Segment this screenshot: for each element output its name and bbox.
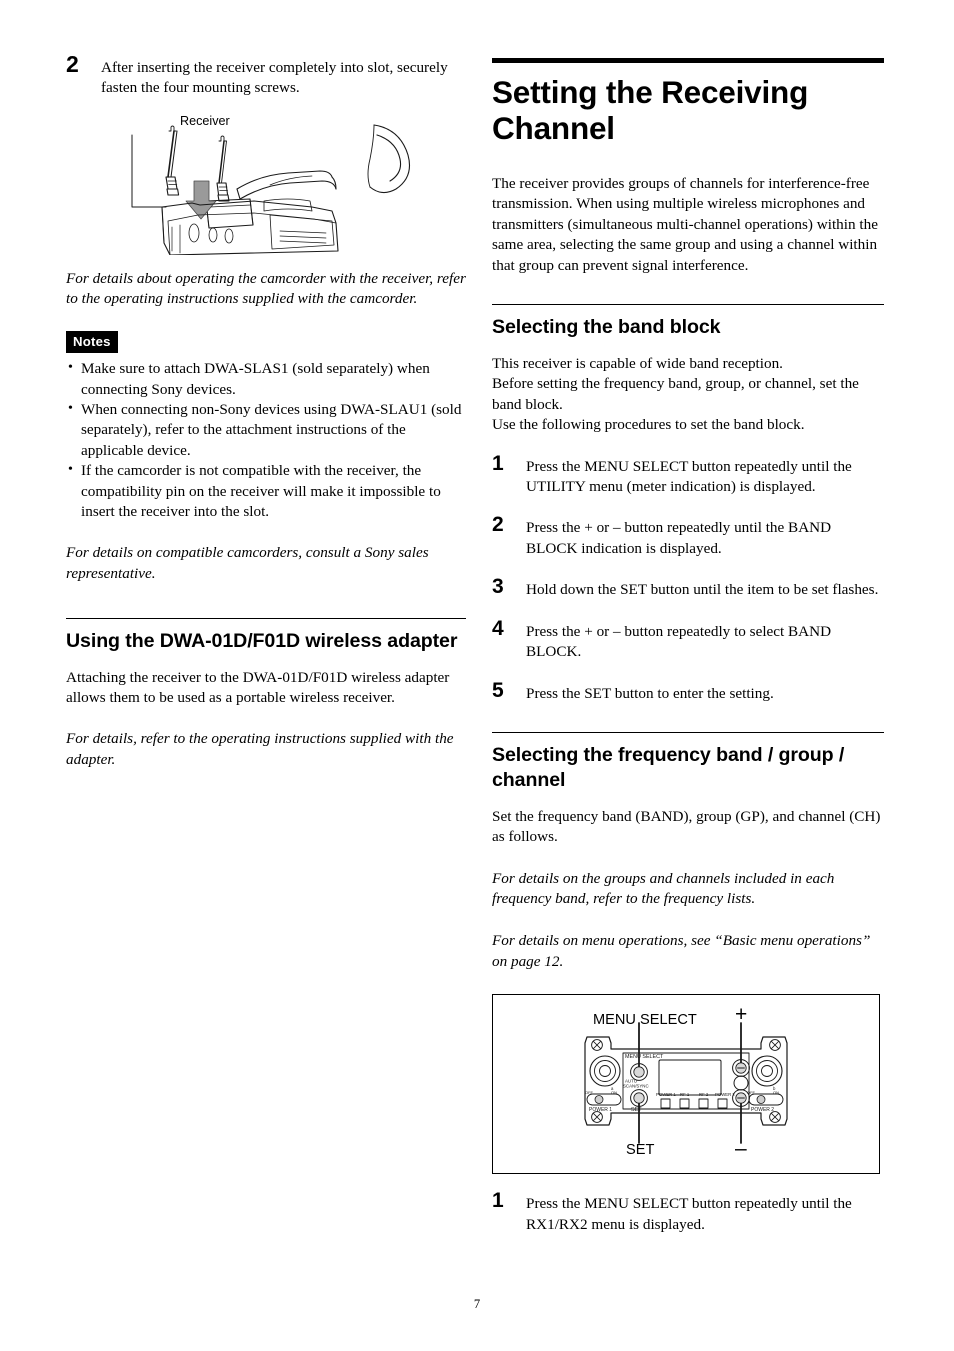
step-number: 1	[492, 1189, 504, 1213]
frequency-italic-note-1: For details on the groups and channels i…	[492, 869, 835, 908]
left-column: 2 After inserting the receiver completel…	[66, 53, 466, 771]
svg-text:ON: ON	[773, 1090, 779, 1095]
compatible-camcorders-note: For details on compatible camcorders, co…	[66, 544, 429, 583]
svg-text:SET: SET	[631, 1107, 642, 1113]
step-number: 1	[492, 451, 504, 475]
svg-text:POWER 2: POWER 2	[751, 1107, 774, 1113]
step-number: 3	[492, 575, 504, 599]
step-text: Press the + or – button repeatedly to se…	[526, 622, 832, 661]
section-divider-band-block	[492, 304, 884, 306]
step-number: 2	[66, 51, 79, 77]
step-number: 2	[492, 513, 504, 537]
svg-text:OFF: OFF	[747, 1090, 756, 1095]
step-number: 4	[492, 616, 504, 640]
step-item: 2 Press the + or – button repeatedly unt…	[492, 514, 884, 559]
figure-camcorder: Receiver	[74, 113, 464, 255]
svg-text:RF 2: RF 2	[699, 1092, 709, 1097]
notes-tag: Notes	[66, 331, 118, 354]
step-text: Press the SET button to enter the settin…	[526, 684, 774, 702]
step-item: 1 Press the MENU SELECT button repeatedl…	[492, 1190, 884, 1235]
step-item: 4 Press the + or – button repeatedly to …	[492, 618, 884, 663]
list-item: When connecting non-Sony devices using D…	[66, 399, 466, 461]
section-divider-frequency	[492, 731, 884, 733]
figure-label-receiver: Receiver	[180, 113, 230, 128]
step-text: After inserting the receiver completely …	[101, 59, 448, 97]
title-rule	[492, 58, 884, 63]
callout-menu-select: MENU SELECT	[593, 1012, 697, 1029]
page-title: Setting the Receiving Channel	[492, 74, 809, 146]
right-column: Setting the Receiving Channel The receiv…	[492, 58, 884, 1256]
adapter-body: Attaching the receiver to the DWA-01D/F0…	[66, 668, 450, 707]
callout-set: SET	[626, 1142, 655, 1159]
band-block-line-2: Before setting the frequency band, group…	[492, 375, 859, 413]
svg-text:ON: ON	[611, 1090, 617, 1095]
step-item: 1 Press the MENU SELECT button repeatedl…	[492, 453, 884, 498]
frequency-italic-note-2: For details on menu operations, see “Bas…	[492, 931, 871, 970]
svg-text:POWER 1: POWER 1	[656, 1092, 676, 1097]
list-item: Make sure to attach DWA-SLAS1 (sold sepa…	[66, 358, 466, 400]
callout-plus: +	[735, 1003, 748, 1027]
section-heading-frequency: Selecting the frequency band / group / c…	[492, 743, 845, 791]
adapter-italic-note: For details, refer to the operating inst…	[66, 730, 454, 769]
svg-text:OFF: OFF	[585, 1090, 594, 1095]
callout-minus: –	[735, 1137, 747, 1161]
camcorder-illustration	[131, 124, 411, 255]
step-text: Hold down the SET button until the item …	[526, 581, 879, 599]
step-text: Press the MENU SELECT button repeatedly …	[526, 457, 852, 496]
document-page: 2 After inserting the receiver completel…	[0, 0, 954, 1351]
section-heading-adapter: Using the DWA-01D/F01D wireless adapter	[66, 629, 458, 652]
step-text: Press the MENU SELECT button repeatedly …	[526, 1195, 852, 1233]
frequency-body: Set the frequency band (BAND), group (GP…	[492, 807, 881, 846]
svg-text:MENU SELECT: MENU SELECT	[625, 1054, 664, 1060]
step-item: 5 Press the SET button to enter the sett…	[492, 680, 884, 704]
camcorder-italic-note: For details about operating the camcorde…	[66, 269, 466, 308]
notes-list: Make sure to attach DWA-SLAS1 (sold sepa…	[66, 358, 466, 522]
step-number: 5	[492, 678, 504, 702]
list-item: If the camcorder is not compatible with …	[66, 460, 466, 522]
svg-text:POWER 2: POWER 2	[715, 1092, 735, 1097]
svg-text:POWER 1: POWER 1	[589, 1107, 612, 1113]
step-item: 2 After inserting the receiver completel…	[66, 53, 466, 99]
intro-paragraph: The receiver provides groups of channels…	[492, 175, 878, 274]
svg-text:SCAN/SYNC: SCAN/SYNC	[623, 1084, 649, 1089]
step-text: Press the + or – button repeatedly until…	[526, 519, 832, 557]
figure-receiver-panel: MENU SELECT + SET – MENU SELECT AUTO SCA…	[492, 994, 880, 1175]
step-item: 3 Hold down the SET button until the ite…	[492, 576, 884, 600]
page-number: 7	[473, 1297, 481, 1311]
svg-text:RF 1: RF 1	[680, 1092, 690, 1097]
band-block-line-1: This receiver is capable of wide band re…	[492, 355, 783, 373]
section-divider-adapter	[66, 617, 466, 619]
band-block-line-3: Use the following procedures to set the …	[492, 416, 805, 434]
section-heading-band-block: Selecting the band block	[492, 316, 721, 339]
